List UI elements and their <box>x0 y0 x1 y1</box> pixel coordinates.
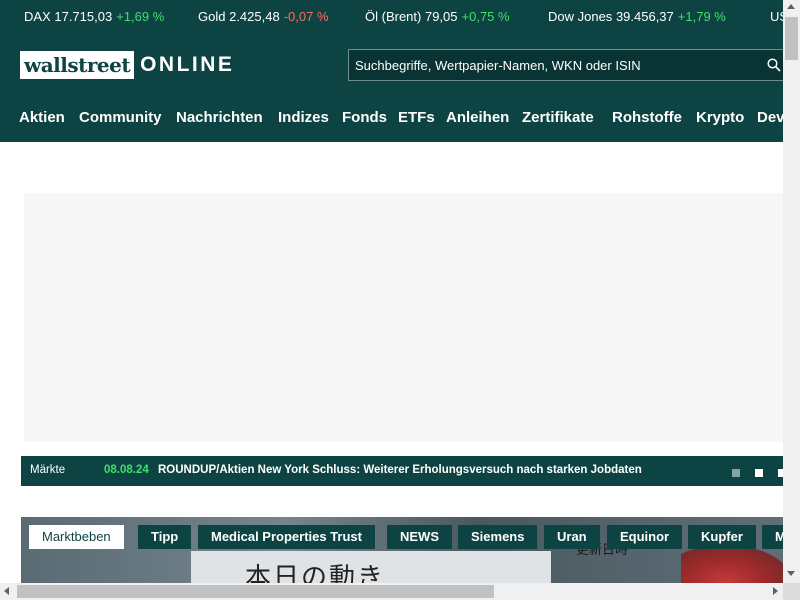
ticker-name: Öl (Brent) <box>365 9 422 24</box>
news-pager-dot[interactable] <box>732 469 740 477</box>
news-category: Märkte <box>30 464 66 476</box>
logo-wordmark: wallstreet <box>20 51 135 79</box>
ticker-item-dow-jones[interactable]: Dow Jones 39.456,37 +1,79 % <box>548 9 726 24</box>
search-icon[interactable] <box>767 58 781 72</box>
nav-item-rohstoffe[interactable]: Rohstoffe <box>612 109 682 126</box>
vertical-scrollbar[interactable] <box>783 0 800 583</box>
search-placeholder: Suchbegriffe, Wertpapier-Namen, WKN oder… <box>355 58 641 73</box>
nav-item-etfs[interactable]: ETFs <box>398 109 435 126</box>
nav-item-nachrichten[interactable]: Nachrichten <box>176 109 263 126</box>
site-header: DAX 17.715,03 +1,69 % Gold 2.425,48 -0,07 … <box>0 0 783 142</box>
scroll-right-icon[interactable] <box>773 587 778 595</box>
tag-siemens[interactable]: Siemens <box>458 525 538 549</box>
news-date: 08.08.24 <box>104 464 149 476</box>
vertical-scroll-thumb[interactable] <box>785 17 798 60</box>
nav-item-indizes[interactable]: Indizes <box>278 109 329 126</box>
ticker-name: Dow Jones <box>548 9 613 24</box>
nav-item-community[interactable]: Community <box>79 109 162 126</box>
news-pager-dot[interactable] <box>755 469 763 477</box>
tag-medical-properties-trust[interactable]: Medical Properties Trust <box>198 525 375 549</box>
ticker-value: 79,05 <box>424 9 458 24</box>
hero-person <box>681 545 783 583</box>
horizontal-scroll-thumb[interactable] <box>17 585 494 598</box>
nav-item-fonds[interactable]: Fonds <box>342 109 387 126</box>
ticker-value: 39.456,37 <box>615 9 674 24</box>
ticker-change: -0,07 % <box>283 9 329 24</box>
scrollbar-corner <box>783 583 800 600</box>
main-navigation: Aktien Community Nachrichten Indizes Fon… <box>0 109 783 131</box>
nav-item-dev[interactable]: Dev <box>757 109 783 126</box>
news-ticker-bar[interactable]: Märkte 08.08.24 ROUNDUP/Aktien New York … <box>21 456 786 486</box>
ticker-item-us[interactable]: US <box>770 9 783 24</box>
search-input[interactable]: Suchbegriffe, Wertpapier-Namen, WKN oder… <box>348 49 783 81</box>
hero-sign-text: 本日の動き <box>245 563 386 583</box>
ticker-change: +0,75 % <box>461 9 510 24</box>
scroll-left-icon[interactable] <box>4 587 9 595</box>
logo-online: ONLINE <box>140 53 235 76</box>
ticker-name: US <box>770 9 783 24</box>
tag-marktbeben[interactable]: Marktbeben <box>29 525 124 549</box>
ticker-item-oil[interactable]: Öl (Brent) 79,05 +0,75 % <box>365 9 510 24</box>
tag-tipp[interactable]: Tipp <box>138 525 192 549</box>
scroll-up-icon[interactable] <box>787 4 795 9</box>
ticker-value: 17.715,03 <box>54 9 113 24</box>
ticker-change: +1,69 % <box>116 9 165 24</box>
ticker-name: Gold <box>198 9 226 24</box>
ticker-change: +1,79 % <box>677 9 726 24</box>
scroll-down-icon[interactable] <box>787 571 795 576</box>
ticker-value: 2.425,48 <box>229 9 280 24</box>
ticker-item-dax[interactable]: DAX 17.715,03 +1,69 % <box>24 9 164 24</box>
news-headline[interactable]: ROUNDUP/Aktien New York Schluss: Weitere… <box>158 464 642 476</box>
tag-uran[interactable]: Uran <box>544 525 600 549</box>
horizontal-scrollbar[interactable] <box>0 583 783 600</box>
nav-item-krypto[interactable]: Krypto <box>696 109 744 126</box>
tag-kupfer[interactable]: Kupfer <box>688 525 756 549</box>
ticker-item-gold[interactable]: Gold 2.425,48 -0,07 % <box>198 9 329 24</box>
nav-item-zertifikate[interactable]: Zertifikate <box>522 109 594 126</box>
nav-item-aktien[interactable]: Aktien <box>19 109 65 126</box>
nav-item-anleihen[interactable]: Anleihen <box>446 109 509 126</box>
tag-news[interactable]: NEWS <box>387 525 452 549</box>
market-ticker: DAX 17.715,03 +1,69 % Gold 2.425,48 -0,07 … <box>0 0 783 34</box>
ad-placeholder <box>24 193 783 442</box>
site-logo[interactable]: wallstreet ONLINE <box>20 51 234 79</box>
tag-equinor[interactable]: Equinor <box>607 525 683 549</box>
ticker-name: DAX <box>24 9 51 24</box>
